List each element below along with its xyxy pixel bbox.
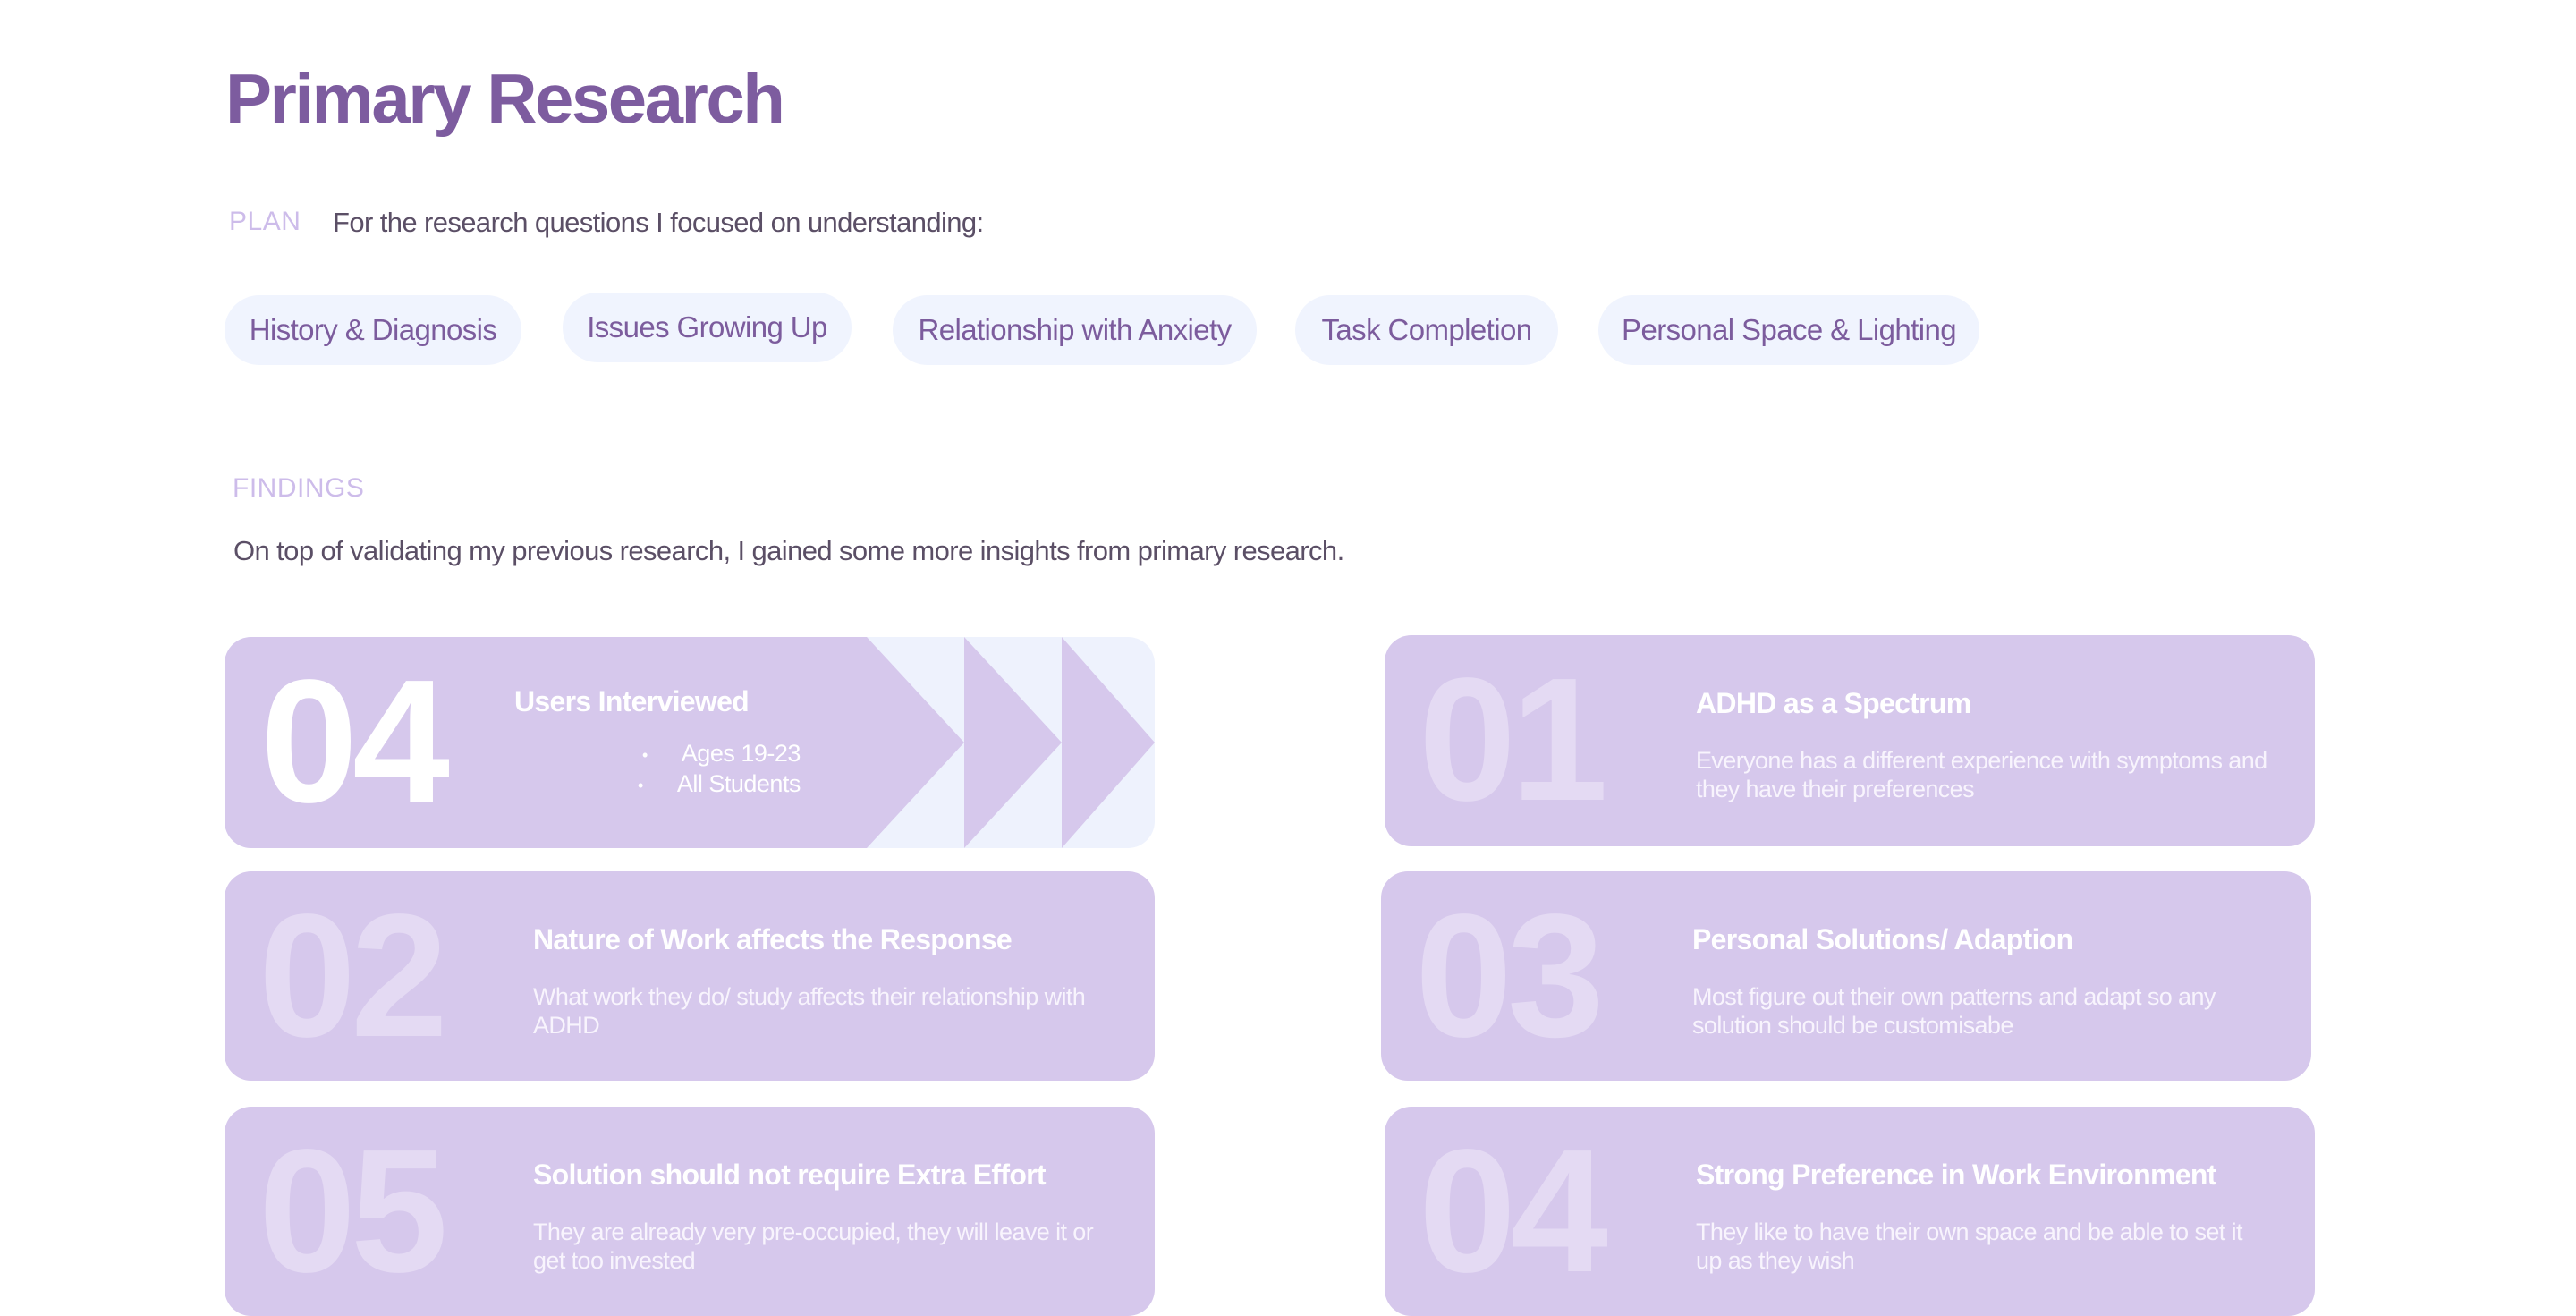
topic-chip-issues-growing-up: Issues Growing Up <box>563 293 852 362</box>
topic-chip-personal-space-lighting: Personal Space & Lighting <box>1598 295 1979 365</box>
topic-chip-history-diagnosis: History & Diagnosis <box>225 295 521 365</box>
page-title: Primary Research <box>225 59 785 138</box>
plan-label: PLAN <box>229 207 301 236</box>
topic-chip-task-completion: Task Completion <box>1295 295 1558 365</box>
finding-card-work-environment: 04 Strong Preference in Work Environment… <box>1385 1107 2315 1316</box>
finding-title: ADHD as a Spectrum <box>1696 687 1971 719</box>
finding-title: Solution should not require Extra Effort <box>533 1159 1046 1191</box>
users-title: Users Interviewed <box>514 685 750 717</box>
finding-number: 01 <box>1419 641 1608 837</box>
finding-description: Most figure out their own patterns and a… <box>1692 983 2216 1039</box>
finding-title: Personal Solutions/ Adaption <box>1692 923 2073 955</box>
users-interviewed-card: 04 Users Interviewed Ages 19-23 All Stud… <box>225 637 1155 848</box>
finding-number: 02 <box>258 878 448 1074</box>
users-details-list: Ages 19-23 All Students <box>638 739 801 800</box>
finding-number: 04 <box>1419 1113 1608 1309</box>
finding-title: Strong Preference in Work Environment <box>1696 1159 2216 1191</box>
users-count: 04 <box>260 643 450 839</box>
findings-label: FINDINGS <box>233 473 365 503</box>
finding-card-personal-solutions: 03 Personal Solutions/ Adaption Most fig… <box>1381 871 2311 1081</box>
finding-number: 05 <box>258 1113 448 1309</box>
list-item: All Students <box>638 769 801 800</box>
finding-card-adhd-spectrum: 01 ADHD as a Spectrum Everyone has a dif… <box>1385 635 2315 846</box>
finding-description: What work they do/ study affects their r… <box>533 983 1086 1039</box>
finding-description: They are already very pre-occupied, they… <box>533 1218 1094 1274</box>
finding-title: Nature of Work affects the Response <box>533 923 1013 955</box>
plan-intro: For the research questions I focused on … <box>333 207 984 238</box>
finding-card-nature-of-work: 02 Nature of Work affects the Response W… <box>225 871 1155 1081</box>
list-item: Ages 19-23 <box>638 739 801 769</box>
finding-card-no-extra-effort: 05 Solution should not require Extra Eff… <box>225 1107 1155 1316</box>
finding-description: Everyone has a different experience with… <box>1696 747 2267 802</box>
topic-chip-relationship-anxiety: Relationship with Anxiety <box>893 295 1257 365</box>
findings-intro: On top of validating my previous researc… <box>233 535 1344 566</box>
finding-description: They like to have their own space and be… <box>1696 1218 2242 1274</box>
finding-number: 03 <box>1415 878 1605 1074</box>
